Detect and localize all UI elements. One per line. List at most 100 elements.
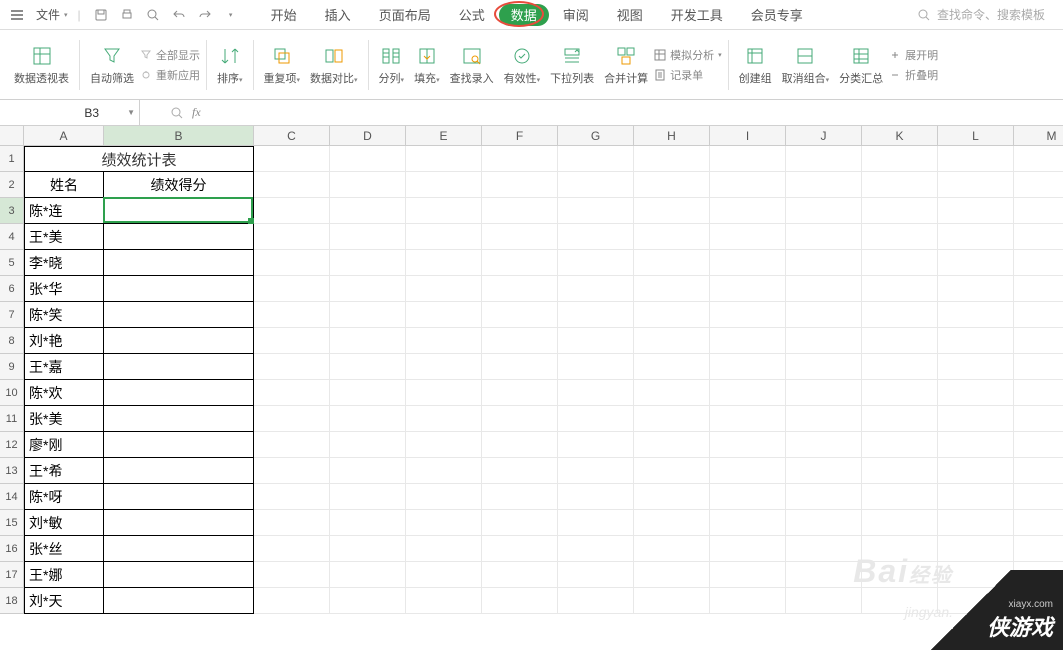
cell[interactable]: 陈*连 bbox=[24, 198, 104, 224]
cell[interactable] bbox=[786, 276, 862, 302]
cell[interactable] bbox=[254, 328, 330, 354]
cell[interactable] bbox=[558, 406, 634, 432]
cell[interactable] bbox=[104, 380, 254, 406]
file-menu[interactable]: 文件 ▾ bbox=[30, 6, 74, 23]
cell[interactable] bbox=[104, 484, 254, 510]
row-header[interactable]: 15 bbox=[0, 510, 24, 536]
cell[interactable] bbox=[634, 380, 710, 406]
row-header[interactable]: 2 bbox=[0, 172, 24, 198]
cell[interactable] bbox=[1014, 432, 1063, 458]
group-button[interactable]: 创建组 bbox=[735, 44, 776, 86]
cell[interactable] bbox=[634, 484, 710, 510]
column-header[interactable]: E bbox=[406, 126, 482, 146]
cell[interactable] bbox=[710, 432, 786, 458]
cell[interactable]: 张*华 bbox=[24, 276, 104, 302]
cell[interactable] bbox=[1014, 198, 1063, 224]
cell[interactable] bbox=[710, 250, 786, 276]
cell[interactable] bbox=[786, 250, 862, 276]
cell[interactable] bbox=[482, 172, 558, 198]
app-menu-icon[interactable] bbox=[8, 6, 26, 24]
tab-member[interactable]: 会员专享 bbox=[737, 1, 817, 29]
column-header[interactable]: L bbox=[938, 126, 1014, 146]
cell[interactable] bbox=[406, 302, 482, 328]
cell[interactable] bbox=[104, 432, 254, 458]
cell[interactable] bbox=[862, 224, 938, 250]
cell[interactable] bbox=[254, 354, 330, 380]
cell[interactable] bbox=[558, 302, 634, 328]
cell[interactable] bbox=[254, 536, 330, 562]
cell[interactable] bbox=[254, 172, 330, 198]
cell[interactable] bbox=[406, 250, 482, 276]
cell[interactable] bbox=[786, 562, 862, 588]
cell[interactable] bbox=[254, 276, 330, 302]
cell[interactable] bbox=[104, 406, 254, 432]
cell[interactable] bbox=[406, 484, 482, 510]
cell[interactable] bbox=[104, 224, 254, 250]
column-header[interactable]: C bbox=[254, 126, 330, 146]
cell[interactable] bbox=[406, 536, 482, 562]
expand-button[interactable]: 展开明 bbox=[889, 47, 938, 63]
row-header[interactable]: 1 bbox=[0, 146, 24, 172]
cell[interactable] bbox=[104, 146, 254, 172]
select-all-corner[interactable] bbox=[0, 126, 24, 146]
data-compare-button[interactable]: 数据对比▾ bbox=[306, 44, 362, 86]
undo-icon[interactable] bbox=[171, 7, 187, 23]
cell[interactable]: 李*晓 bbox=[24, 250, 104, 276]
cell[interactable] bbox=[1014, 380, 1063, 406]
tab-start[interactable]: 开始 bbox=[257, 1, 311, 29]
cell[interactable] bbox=[330, 588, 406, 614]
validity-button[interactable]: 有效性▾ bbox=[500, 44, 545, 86]
cell[interactable] bbox=[786, 432, 862, 458]
cell[interactable] bbox=[1014, 588, 1063, 614]
row-header[interactable]: 7 bbox=[0, 302, 24, 328]
cell[interactable] bbox=[104, 276, 254, 302]
cell[interactable]: 姓名 bbox=[24, 172, 104, 198]
cell[interactable] bbox=[558, 276, 634, 302]
fill-button[interactable]: 填充▾ bbox=[410, 44, 444, 86]
row-header[interactable]: 10 bbox=[0, 380, 24, 406]
cell[interactable] bbox=[862, 432, 938, 458]
cell[interactable] bbox=[482, 510, 558, 536]
column-header[interactable]: F bbox=[482, 126, 558, 146]
cell[interactable] bbox=[254, 588, 330, 614]
cell[interactable] bbox=[406, 172, 482, 198]
cell[interactable] bbox=[938, 380, 1014, 406]
cell[interactable] bbox=[406, 328, 482, 354]
cell[interactable] bbox=[1014, 536, 1063, 562]
cell[interactable]: 王*嘉 bbox=[24, 354, 104, 380]
cell[interactable] bbox=[558, 380, 634, 406]
cell[interactable] bbox=[1014, 458, 1063, 484]
tab-layout[interactable]: 页面布局 bbox=[365, 1, 445, 29]
text-to-columns-button[interactable]: 分列▾ bbox=[375, 44, 409, 86]
cell[interactable] bbox=[634, 354, 710, 380]
cell[interactable] bbox=[786, 198, 862, 224]
cell[interactable] bbox=[938, 562, 1014, 588]
cell[interactable] bbox=[938, 328, 1014, 354]
cell[interactable] bbox=[786, 224, 862, 250]
column-header[interactable]: A bbox=[24, 126, 104, 146]
cell[interactable] bbox=[634, 588, 710, 614]
row-header[interactable]: 14 bbox=[0, 484, 24, 510]
cell[interactable] bbox=[406, 224, 482, 250]
cell[interactable] bbox=[1014, 484, 1063, 510]
cell[interactable] bbox=[406, 510, 482, 536]
cell[interactable] bbox=[786, 302, 862, 328]
cell[interactable] bbox=[482, 328, 558, 354]
cell[interactable] bbox=[634, 224, 710, 250]
cell[interactable] bbox=[330, 484, 406, 510]
cell[interactable] bbox=[104, 536, 254, 562]
cell[interactable] bbox=[406, 458, 482, 484]
cell[interactable] bbox=[786, 484, 862, 510]
cell[interactable] bbox=[330, 328, 406, 354]
save-icon[interactable] bbox=[93, 7, 109, 23]
cell[interactable] bbox=[104, 354, 254, 380]
cell[interactable] bbox=[406, 406, 482, 432]
column-header[interactable]: M bbox=[1014, 126, 1063, 146]
cell[interactable] bbox=[558, 484, 634, 510]
cell[interactable] bbox=[1014, 172, 1063, 198]
cell[interactable] bbox=[482, 458, 558, 484]
dropdown-list-button[interactable]: 下拉列表 bbox=[546, 44, 598, 86]
cell[interactable] bbox=[330, 432, 406, 458]
cell[interactable] bbox=[558, 536, 634, 562]
cell[interactable] bbox=[24, 146, 104, 172]
